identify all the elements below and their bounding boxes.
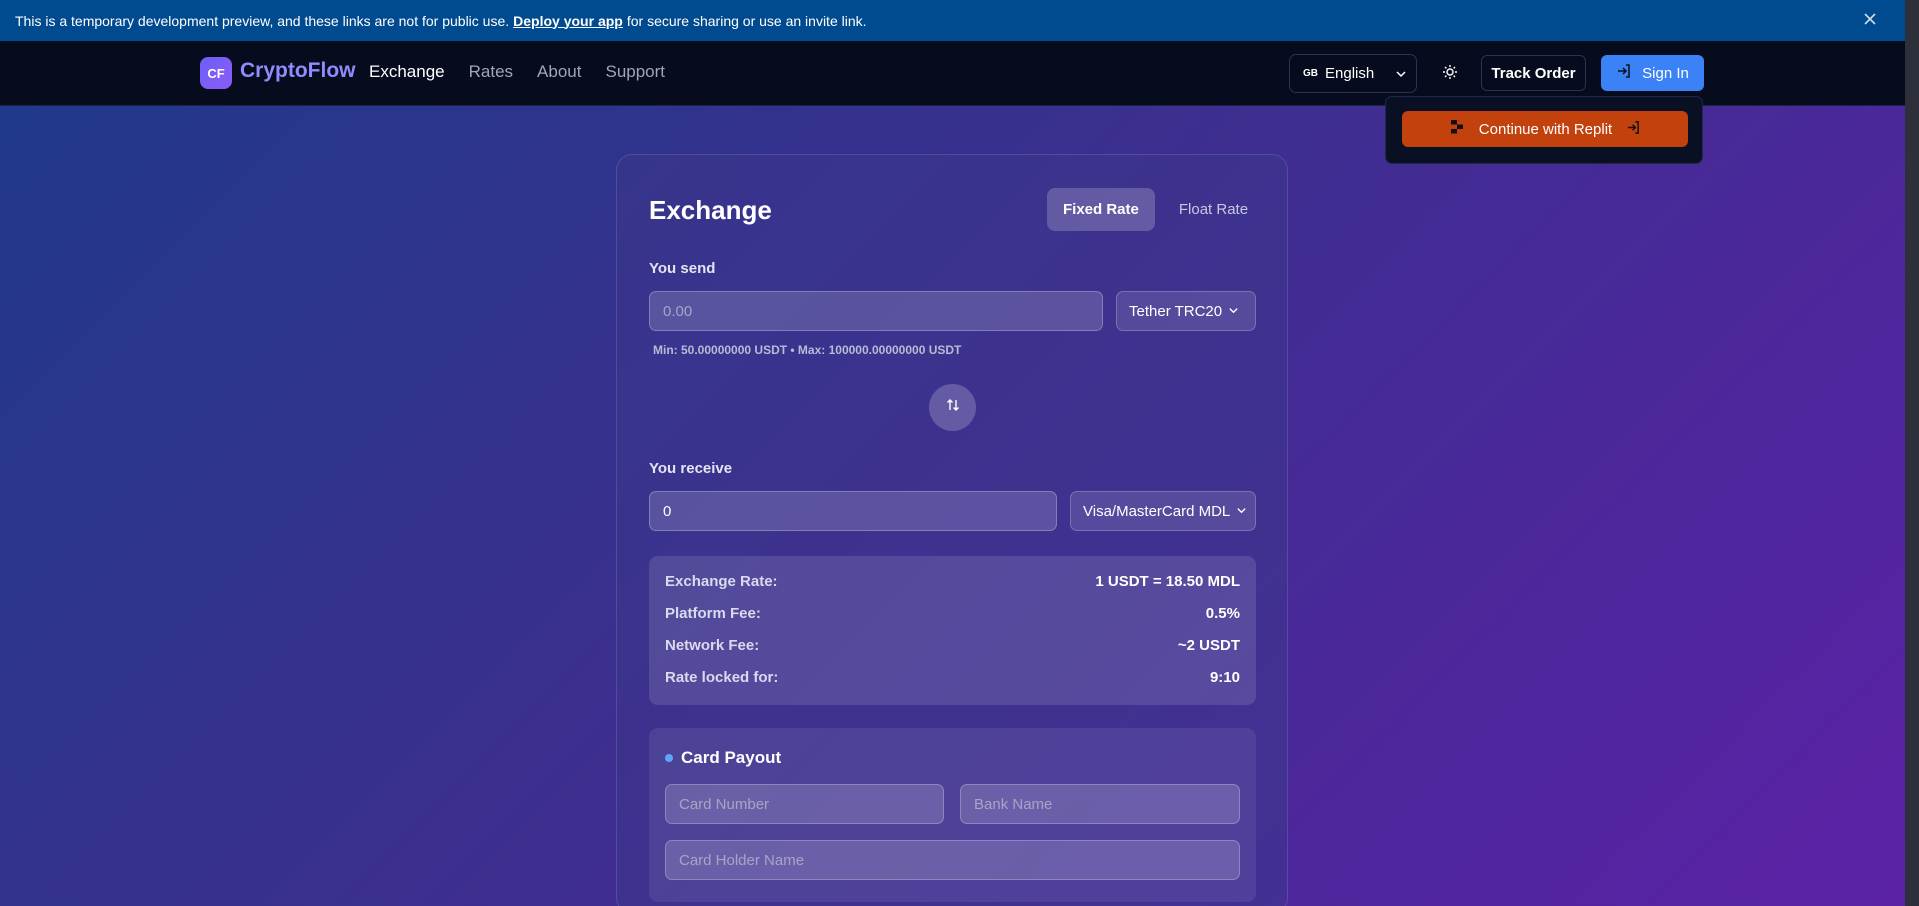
login-icon xyxy=(1626,120,1641,139)
receive-currency-label: Visa/MasterCard MDL xyxy=(1083,502,1231,520)
replit-label: Continue with Replit xyxy=(1478,120,1613,138)
replit-icon xyxy=(1449,119,1465,139)
info-value: 0.5% xyxy=(1205,605,1240,622)
sign-in-label: Sign In xyxy=(1642,64,1689,82)
login-icon xyxy=(1616,63,1632,83)
banner-text: This is a temporary development preview,… xyxy=(15,12,510,29)
track-order-button[interactable]: Track Order xyxy=(1481,55,1586,91)
you-send-label: You send xyxy=(649,260,716,277)
status-dot-icon xyxy=(665,754,673,762)
info-value: 1 USDT = 18.50 MDL xyxy=(1095,573,1240,590)
send-amount-input[interactable]: 0.00 xyxy=(649,291,1103,331)
banner-text-after: for secure sharing or use an invite link… xyxy=(626,12,867,29)
chevron-down-icon xyxy=(1236,503,1247,520)
nav-rates[interactable]: Rates xyxy=(469,62,513,82)
info-key: Rate locked for: xyxy=(665,669,779,686)
card-payout-section: Card Payout Card Number Bank Name Card H… xyxy=(649,728,1256,902)
send-currency-select[interactable]: Tether TRC20 xyxy=(1116,291,1256,331)
receive-amount-input[interactable]: 0 xyxy=(649,491,1057,531)
float-rate-tab[interactable]: Float Rate xyxy=(1163,188,1264,231)
exchange-info-box: Exchange Rate: 1 USDT = 18.50 MDL Platfo… xyxy=(649,556,1256,705)
swap-button[interactable] xyxy=(929,384,976,431)
receive-currency-select[interactable]: Visa/MasterCard MDL xyxy=(1070,491,1256,531)
side-panel-handle[interactable] xyxy=(1905,0,1919,906)
send-currency-label: Tether TRC20 xyxy=(1129,302,1223,320)
card-number-input[interactable]: Card Number xyxy=(665,784,944,824)
logo-badge[interactable]: CF xyxy=(200,57,232,89)
sign-in-button[interactable]: Sign In xyxy=(1601,55,1704,91)
chevron-down-icon xyxy=(1228,303,1239,320)
info-value: ~2 USDT xyxy=(1177,637,1240,654)
chevron-down-icon xyxy=(1395,68,1407,80)
info-key: Exchange Rate: xyxy=(665,573,778,590)
info-key: Network Fee: xyxy=(665,637,760,654)
deploy-app-link[interactable]: Deploy your app xyxy=(513,13,623,29)
rate-toggle: Fixed Rate Float Rate xyxy=(1047,188,1264,231)
continue-with-replit-button[interactable]: Continue with Replit xyxy=(1402,111,1688,147)
card-payout-title: Card Payout xyxy=(681,748,782,767)
main-nav: Exchange Rates About Support xyxy=(369,62,665,82)
dev-preview-banner: This is a temporary development preview,… xyxy=(0,0,1919,41)
close-icon[interactable] xyxy=(1859,8,1881,30)
exchange-card: Exchange Fixed Rate Float Rate You send … xyxy=(616,154,1288,906)
rate-lock-timer: 9:10 xyxy=(1209,669,1240,686)
info-row: Rate locked for: 9:10 xyxy=(665,669,1240,686)
bank-name-input[interactable]: Bank Name xyxy=(960,784,1240,824)
language-label: English xyxy=(1325,65,1375,82)
swap-icon xyxy=(945,397,961,418)
nav-about[interactable]: About xyxy=(537,62,581,82)
card-holder-input[interactable]: Card Holder Name xyxy=(665,840,1240,880)
info-row: Platform Fee: 0.5% xyxy=(665,605,1240,622)
you-receive-label: You receive xyxy=(649,460,733,477)
language-select[interactable]: GB English xyxy=(1289,54,1417,93)
auth-popup: Continue with Replit xyxy=(1385,96,1703,164)
nav-exchange[interactable]: Exchange xyxy=(369,62,445,82)
info-row: Exchange Rate: 1 USDT = 18.50 MDL xyxy=(665,573,1240,590)
fixed-rate-tab[interactable]: Fixed Rate xyxy=(1047,188,1155,231)
sun-icon[interactable] xyxy=(1436,58,1464,86)
exchange-title: Exchange xyxy=(649,195,772,225)
flag-icon: GB xyxy=(1303,68,1318,79)
nav-support[interactable]: Support xyxy=(605,62,665,82)
info-key: Platform Fee: xyxy=(665,605,761,622)
info-row: Network Fee: ~2 USDT xyxy=(665,637,1240,654)
send-limits: Min: 50.00000000 USDT • Max: 100000.0000… xyxy=(653,343,962,357)
logo-text[interactable]: CryptoFlow xyxy=(240,59,356,83)
